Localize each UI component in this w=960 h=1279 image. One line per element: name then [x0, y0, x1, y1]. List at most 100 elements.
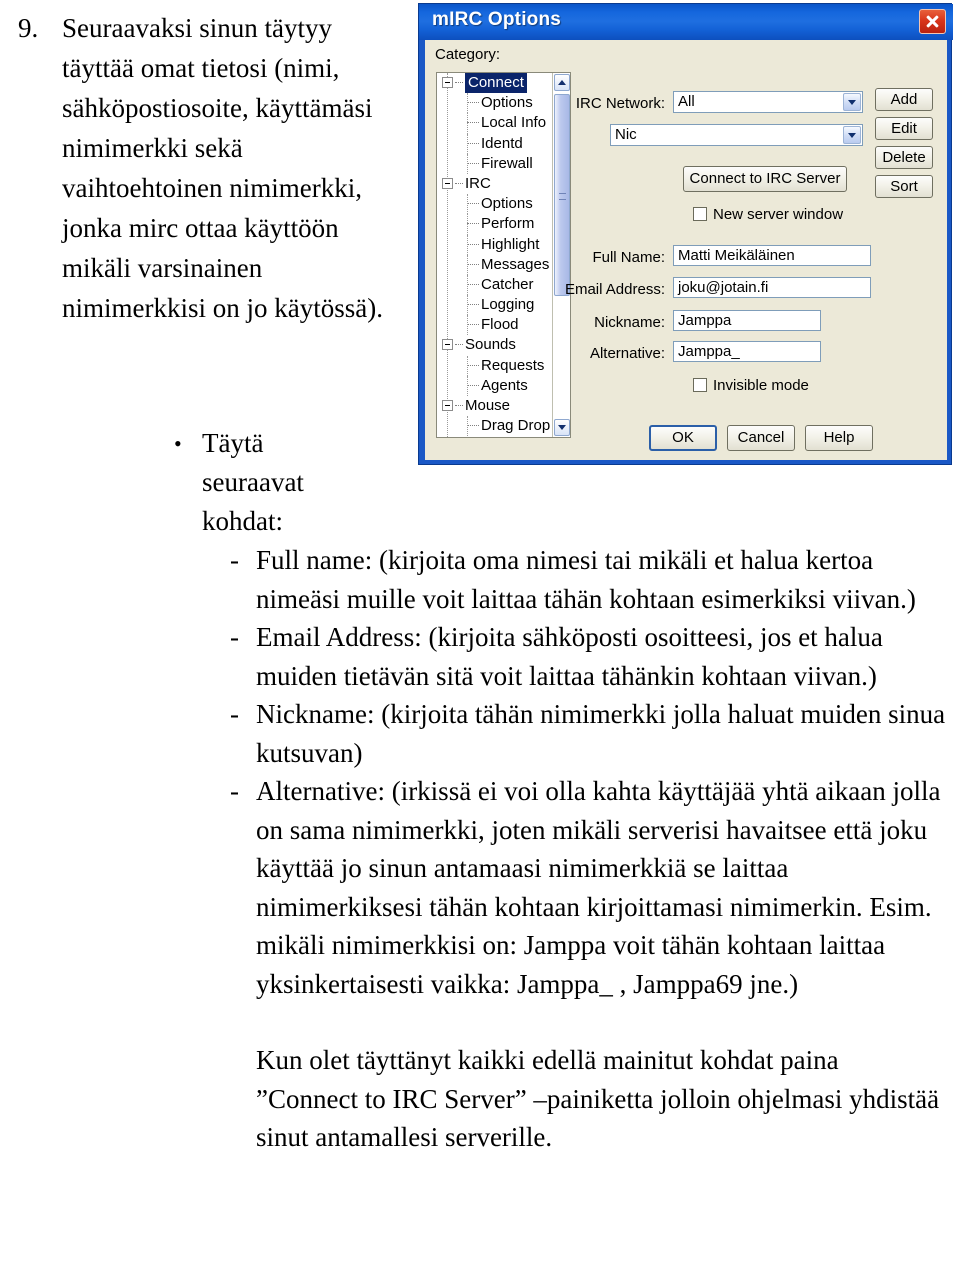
connect-to-irc-server-button[interactable]: Connect to IRC Server [683, 166, 847, 192]
tree-item-irc-options[interactable]: Options [437, 194, 570, 215]
irc-network-select[interactable]: All [673, 91, 863, 113]
dialog-title: mIRC Options [432, 9, 562, 30]
sort-button[interactable]: Sort [875, 175, 933, 198]
checkbox-box[interactable] [693, 207, 707, 221]
invisible-mode-label: Invisible mode [713, 377, 809, 394]
tree-guide-line [467, 315, 468, 336]
full-name-field[interactable]: Matti Meikäläinen [673, 245, 871, 266]
dash-list: - Full name: (kirjoita oma nimesi tai mi… [230, 541, 950, 1003]
collapse-icon[interactable] [442, 400, 453, 411]
list-number: 9. [18, 13, 39, 43]
nickname-label: Nickname: [594, 314, 665, 331]
tree-item-drag-drop[interactable]: Drag Drop [437, 416, 570, 437]
bullet-label: Täytä seuraavat kohdat: [202, 428, 304, 536]
list-item-text: Alternative: (irkissä ei voi olla kahta … [256, 776, 941, 999]
help-button[interactable]: Help [805, 425, 873, 451]
ok-button[interactable]: OK [649, 425, 717, 451]
dash-marker-icon: - [230, 776, 239, 806]
tree-guide-line [467, 295, 468, 316]
tree-item-label: Mouse [465, 397, 511, 414]
tree-item-label: Flood [481, 316, 519, 334]
dialog-titlebar[interactable]: mIRC Options [419, 4, 953, 40]
tree-item-label: Local Info [481, 114, 547, 132]
add-button[interactable]: Add [875, 88, 933, 111]
delete-button[interactable]: Delete [875, 146, 933, 169]
intro-text: Seuraavaksi sinun täytyy täyttää omat ti… [62, 13, 383, 323]
checkbox-box[interactable] [693, 378, 707, 392]
alternative-field[interactable]: Jamppa_ [673, 341, 821, 362]
tree-item-label: Sounds [465, 336, 516, 354]
instruction-block: • Täytä seuraavat kohdat: - Full name: (… [160, 424, 950, 1157]
server-value: Nic [615, 126, 637, 143]
category-label: Category: [435, 46, 501, 63]
bullet-item: • Täytä seuraavat kohdat: [160, 424, 352, 541]
list-item: - Full name: (kirjoita oma nimesi tai mi… [230, 541, 950, 618]
tree-item-identd[interactable]: Identd [437, 133, 570, 154]
tree-item-connect[interactable]: Connect [437, 73, 570, 94]
closing-paragraph: Kun olet täyttänyt kaikki edellä mainitu… [256, 1045, 940, 1152]
tree-guide-line [467, 274, 468, 296]
scroll-down-icon[interactable] [554, 419, 570, 436]
tree-item-label: Highlight [481, 235, 540, 253]
tree-guide-line [467, 234, 468, 255]
nickname-field[interactable]: Jamppa [673, 310, 821, 331]
tree-item-connect-options[interactable]: Options [437, 93, 570, 114]
list-item-text: Full name: (kirjoita oma nimesi tai mikä… [256, 545, 916, 614]
tree-item-label: Agents [481, 376, 528, 394]
tree-item-irc[interactable]: IRC [437, 174, 570, 194]
cancel-button[interactable]: Cancel [727, 425, 795, 451]
intro-paragraph: 9. Seuraavaksi sinun täytyy täyttää omat… [18, 8, 408, 328]
tree-item-label: IRC [465, 174, 491, 192]
email-address-label: Email Address: [564, 281, 665, 298]
email-address-field[interactable]: joku@jotain.fi [673, 277, 871, 298]
tree-item-local-info[interactable]: Local Info [437, 113, 570, 134]
full-name-label: Full Name: [592, 249, 665, 266]
tree-item-agents[interactable]: Agents [437, 375, 570, 396]
collapse-icon[interactable] [442, 77, 453, 88]
tree-item-flood[interactable]: Flood [437, 315, 570, 336]
alternative-label: Alternative: [589, 345, 665, 362]
dash-marker-icon: - [230, 545, 239, 575]
collapse-icon[interactable] [442, 339, 453, 351]
tree-guide-line [467, 113, 468, 134]
irc-network-label: IRC Network: [575, 95, 665, 112]
new-server-window-label: New server window [713, 206, 844, 223]
tree-item-label: Drag Drop [481, 417, 551, 435]
tree-guide-line [467, 93, 468, 114]
tree-item-label: Perform [481, 215, 535, 233]
tree-item-logging[interactable]: Logging [437, 295, 570, 316]
edit-button[interactable]: Edit [875, 117, 933, 140]
chevron-down-icon[interactable] [843, 126, 861, 144]
tree-item-label: Firewall [481, 154, 533, 172]
chevron-down-icon[interactable] [843, 93, 861, 111]
tree-item-label: Requests [481, 356, 545, 374]
tree-item-label: Options [481, 195, 533, 213]
tree-item-firewall[interactable]: Firewall [437, 153, 570, 174]
tree-guide-line [467, 355, 468, 376]
tree-item-mouse[interactable]: Mouse [437, 396, 570, 416]
tree-guide-line [467, 153, 468, 174]
list-item-text: Nickname: (kirjoita tähän nimimerkki jol… [256, 699, 946, 768]
bullet-marker-icon: • [174, 431, 182, 456]
list-item: - Nickname: (kirjoita tähän nimimerkki j… [230, 695, 950, 772]
tree-item-label: Options [481, 94, 533, 112]
mirc-options-dialog: mIRC Options Category: Connect Options L… [418, 3, 953, 465]
tree-item-perform[interactable]: Perform [437, 214, 570, 235]
tree-guide-line [467, 194, 468, 215]
tree-guide-line [467, 375, 468, 396]
close-icon[interactable] [919, 9, 946, 34]
tree-guide-line [467, 416, 468, 437]
scroll-up-icon[interactable] [554, 74, 570, 91]
list-item: - Email Address: (kirjoita sähköposti os… [230, 618, 950, 695]
dash-marker-icon: - [230, 699, 239, 729]
tree-item-label: Identd [481, 134, 523, 152]
tree-item-label: Connect [465, 73, 527, 94]
server-select[interactable]: Nic [610, 124, 863, 146]
list-item: - Alternative: (irkissä ei voi olla kaht… [230, 772, 950, 1003]
tree-guide-line [467, 254, 468, 275]
collapse-icon[interactable] [442, 177, 453, 189]
tree-guide-line [467, 214, 468, 235]
irc-network-value: All [678, 93, 695, 110]
tree-guide-line [467, 133, 468, 154]
tree-item-label: Logging [481, 296, 535, 314]
